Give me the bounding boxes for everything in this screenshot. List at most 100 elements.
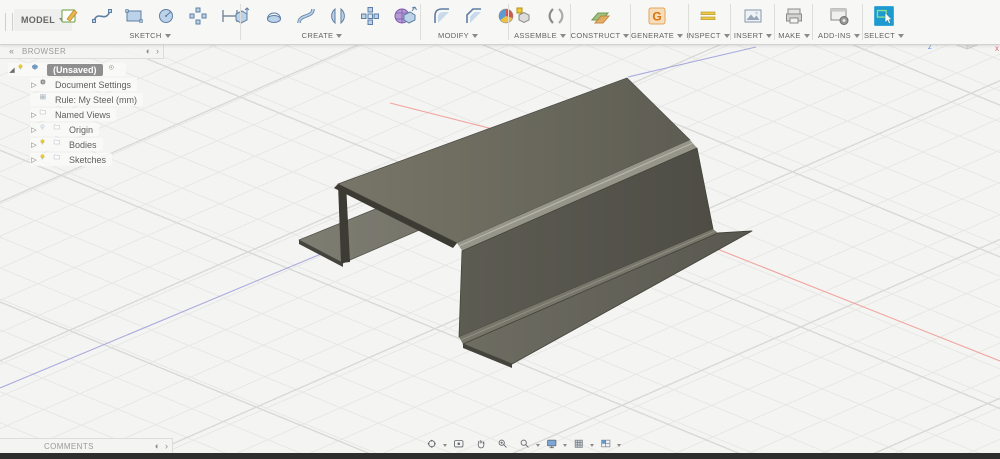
folder-icon bbox=[52, 138, 66, 151]
sheet-metal-body[interactable] bbox=[298, 77, 753, 368]
chamfer-icon[interactable] bbox=[462, 4, 486, 28]
revolve-icon[interactable] bbox=[262, 4, 286, 28]
browser-row-label[interactable]: Rule: My Steel (mm) bbox=[55, 95, 137, 105]
sketch-pattern-icon[interactable] bbox=[186, 4, 210, 28]
navigation-toolbar bbox=[424, 437, 623, 454]
viewcube-z-axis-label: Z bbox=[928, 45, 932, 51]
nav-look-at-icon[interactable] bbox=[451, 437, 471, 455]
browser-row-label[interactable]: Sketches bbox=[69, 155, 106, 165]
new-component-icon[interactable] bbox=[512, 4, 536, 28]
browser-row-origin[interactable]: ▷ Origin bbox=[30, 123, 100, 136]
visibility-bulb-on-icon[interactable] bbox=[16, 63, 30, 76]
press-pull-icon[interactable] bbox=[398, 4, 422, 28]
sweep-icon[interactable] bbox=[294, 4, 318, 28]
toolbar-separator bbox=[240, 4, 241, 40]
toolbar-grip-handle[interactable] bbox=[5, 13, 13, 31]
nav-viewports-icon[interactable] bbox=[598, 437, 623, 455]
spline-icon[interactable] bbox=[90, 4, 114, 28]
panel-expand-icon[interactable]: › bbox=[156, 47, 159, 56]
toolbar-menu-sketch[interactable]: SKETCH bbox=[54, 31, 246, 40]
toolbar-group-modify: MODIFY bbox=[394, 0, 522, 44]
folder-icon bbox=[52, 123, 66, 136]
viewcube-x-axis-label: X bbox=[995, 47, 999, 53]
expand-collapsed-icon[interactable]: ▷ bbox=[30, 126, 38, 134]
expand-collapsed-icon[interactable]: ▷ bbox=[30, 156, 38, 164]
nav-pan-icon[interactable] bbox=[473, 437, 493, 455]
expand-collapsed-icon[interactable]: ▷ bbox=[30, 111, 38, 119]
toolbar-menu-modify[interactable]: MODIFY bbox=[394, 31, 522, 40]
toolbar-separator bbox=[812, 4, 813, 40]
browser-row-bodies[interactable]: ▷ Bodies bbox=[30, 138, 103, 151]
expand-expanded-icon[interactable]: ◢ bbox=[8, 66, 16, 74]
circle-icon[interactable] bbox=[154, 4, 178, 28]
toolbar-separator bbox=[730, 4, 731, 40]
toolbar-group-assemble: ASSEMBLE bbox=[507, 0, 573, 44]
visibility-bulb-off-icon[interactable] bbox=[38, 123, 52, 136]
add-ins-icon[interactable] bbox=[827, 4, 851, 28]
browser-row-document-settings[interactable]: ▷ Document Settings bbox=[30, 78, 138, 91]
toolbar-menu-select[interactable]: SELECT bbox=[851, 31, 917, 40]
chevron-down-icon bbox=[471, 33, 478, 38]
toolbar-separator bbox=[630, 4, 631, 40]
fillet-icon[interactable] bbox=[430, 4, 454, 28]
collapse-panel-icon[interactable]: « bbox=[9, 47, 14, 56]
chevron-down-icon bbox=[563, 444, 567, 447]
browser-row-label[interactable]: Origin bbox=[69, 125, 93, 135]
activate-icon[interactable] bbox=[108, 64, 120, 76]
nav-zoom-icon[interactable] bbox=[495, 437, 515, 455]
comments-expand-icon[interactable]: › bbox=[165, 441, 168, 451]
browser-row-named-views[interactable]: ▷ Named Views bbox=[30, 108, 117, 121]
pattern-icon[interactable] bbox=[358, 4, 382, 28]
visibility-bulb-on-icon[interactable] bbox=[38, 138, 52, 151]
chevron-down-icon bbox=[897, 33, 904, 38]
comments-title: COMMENTS bbox=[44, 441, 94, 451]
nav-grid-settings-icon[interactable] bbox=[571, 437, 596, 455]
browser-row-label[interactable]: Document Settings bbox=[55, 80, 131, 90]
mirror-icon[interactable] bbox=[326, 4, 350, 28]
construct-plane-icon[interactable] bbox=[588, 4, 612, 28]
toolbar-separator bbox=[774, 4, 775, 40]
extrude-icon[interactable] bbox=[230, 4, 254, 28]
browser-title: BROWSER bbox=[22, 47, 67, 56]
toolbar-separator bbox=[508, 4, 509, 40]
browser-row-unsaved[interactable]: ◢ (Unsaved) bbox=[8, 63, 126, 76]
rectangle-icon[interactable] bbox=[122, 4, 146, 28]
status-strip bbox=[0, 453, 1000, 459]
gear-icon bbox=[38, 78, 52, 91]
chevron-down-icon bbox=[590, 444, 594, 447]
chevron-down-icon bbox=[164, 33, 171, 38]
toolbar-group-select: SELECT bbox=[851, 0, 917, 44]
nav-display-settings-icon[interactable] bbox=[544, 437, 569, 455]
make-icon[interactable] bbox=[782, 4, 806, 28]
nav-fit-icon[interactable] bbox=[517, 437, 542, 455]
toolbar-separator bbox=[420, 4, 421, 40]
joint-icon[interactable] bbox=[544, 4, 568, 28]
comments-bar[interactable]: COMMENTS ◐ › bbox=[0, 438, 173, 454]
browser-row-sketches[interactable]: ▷ Sketches bbox=[30, 153, 113, 166]
sketch-create-icon[interactable] bbox=[58, 4, 82, 28]
nav-orbit-icon[interactable] bbox=[424, 437, 449, 455]
folder-icon bbox=[52, 153, 66, 166]
fusion-360-window: Y Z X TOP FRONT RIGHT MODEL SKETCH CREAT… bbox=[0, 0, 1000, 459]
toolbar-group-create: CREATE bbox=[226, 0, 418, 44]
browser-row-rule-my-steel-mm[interactable]: Rule: My Steel (mm) bbox=[30, 93, 144, 106]
svg-text:G: G bbox=[652, 10, 661, 24]
browser-header[interactable]: « BROWSER ◐ › bbox=[0, 44, 164, 59]
browser-row-label[interactable]: Bodies bbox=[69, 140, 97, 150]
comments-options-icon[interactable]: ◐ bbox=[155, 441, 160, 451]
generate-icon[interactable]: G bbox=[645, 4, 669, 28]
toolbar-separator bbox=[570, 4, 571, 40]
expand-collapsed-icon[interactable]: ▷ bbox=[30, 81, 38, 89]
browser-row-label[interactable]: Named Views bbox=[55, 110, 110, 120]
chevron-down-icon bbox=[617, 444, 621, 447]
component-icon bbox=[30, 63, 44, 76]
browser-row-label[interactable]: (Unsaved) bbox=[47, 63, 103, 76]
select-icon[interactable] bbox=[872, 4, 896, 28]
measure-icon[interactable] bbox=[696, 4, 720, 28]
panel-options-icon[interactable]: ◐ bbox=[146, 47, 151, 56]
toolbar-menu-create[interactable]: CREATE bbox=[226, 31, 418, 40]
chevron-down-icon bbox=[559, 33, 566, 38]
expand-collapsed-icon[interactable]: ▷ bbox=[30, 141, 38, 149]
toolbar-menu-assemble[interactable]: ASSEMBLE bbox=[507, 31, 573, 40]
visibility-bulb-on-icon[interactable] bbox=[38, 153, 52, 166]
